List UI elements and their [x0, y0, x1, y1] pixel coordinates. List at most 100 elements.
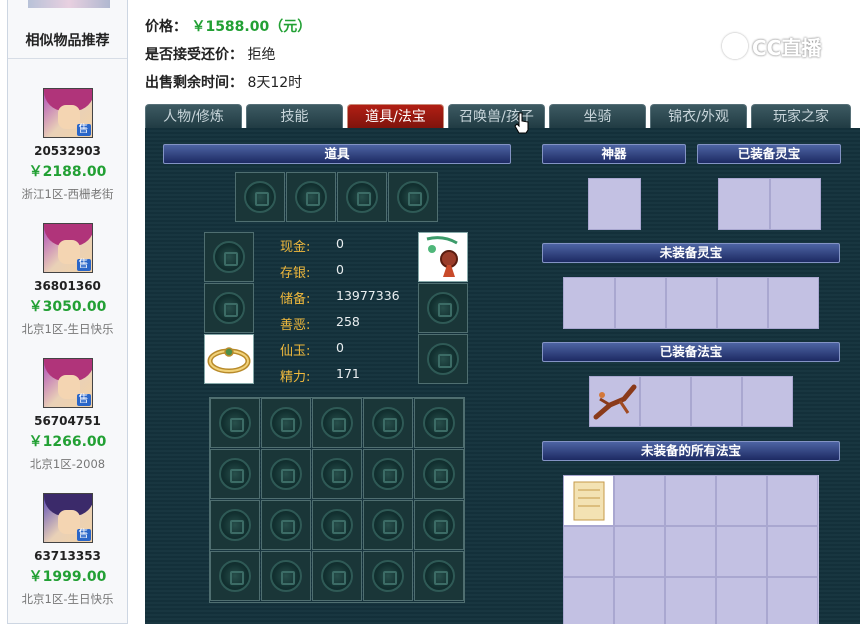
inventory-slot[interactable]	[414, 551, 464, 601]
inventory-slot[interactable]	[414, 500, 464, 550]
counter-offer-value: 拒绝	[247, 47, 276, 63]
unequipped-fabao-slot[interactable]	[563, 475, 614, 526]
item-server[interactable]: 浙江1区-西栅老街	[8, 186, 127, 202]
inventory-slot[interactable]	[261, 398, 311, 448]
character-avatar[interactable]: 售	[42, 493, 93, 543]
similar-item-card[interactable]: 售 63713353 ￥1999.00 北京1区-生日快乐	[8, 493, 127, 607]
inventory-slot[interactable]	[312, 551, 362, 601]
similar-item-card[interactable]: 售 56704751 ￥1266.00 北京1区-2008	[8, 358, 127, 472]
unequipped-fabao-grid	[563, 475, 819, 624]
unequipped-fabao-slot[interactable]	[716, 526, 767, 577]
tab-items-fabao[interactable]: 道具/法宝	[347, 104, 444, 129]
inventory-slot[interactable]	[312, 500, 362, 550]
sidebar-title: 相似物品推荐	[8, 30, 127, 59]
unequipped-lingbao-slot[interactable]	[615, 277, 666, 329]
similar-item-card[interactable]: 售 20532903 ￥2188.00 浙江1区-西栅老街	[8, 88, 127, 202]
cash-value: 0	[336, 236, 344, 251]
item-price: ￥2188.00	[28, 164, 107, 180]
inventory-slot[interactable]	[312, 398, 362, 448]
equip-slot[interactable]	[337, 172, 387, 222]
inventory-slot[interactable]	[261, 551, 311, 601]
item-price: ￥1266.00	[28, 434, 107, 450]
unequipped-lingbao-slot[interactable]	[717, 277, 768, 329]
item-server[interactable]: 北京1区-生日快乐	[8, 591, 127, 607]
unequipped-fabao-slot[interactable]	[614, 475, 665, 526]
unequipped-fabao-slot[interactable]	[665, 475, 716, 526]
watermark-text: CC直播	[752, 35, 822, 60]
unequipped-fabao-slot[interactable]	[614, 577, 665, 624]
unequipped-fabao-slot[interactable]	[665, 577, 716, 624]
equip-slot[interactable]	[418, 283, 468, 333]
inventory-slot[interactable]	[261, 449, 311, 499]
character-avatar[interactable]: 售	[42, 358, 93, 408]
inventory-slot[interactable]	[210, 500, 260, 550]
item-id: 20532903	[34, 144, 101, 158]
jade-label: 仙玉:	[280, 344, 311, 359]
equip-slot[interactable]	[204, 283, 254, 333]
equipped-fabao-slot[interactable]	[640, 376, 691, 427]
sale-badge: 售	[76, 394, 91, 406]
tab-player-home[interactable]: 玩家之家	[751, 104, 851, 129]
item-server[interactable]: 北京1区-生日快乐	[8, 321, 127, 337]
inventory-slot[interactable]	[261, 500, 311, 550]
items-header: 道具	[163, 144, 511, 164]
inventory-slot[interactable]	[363, 398, 413, 448]
equipped-lingbao-slot[interactable]	[770, 178, 821, 230]
unequipped-fabao-slot[interactable]	[767, 577, 818, 624]
inventory-slot[interactable]	[414, 398, 464, 448]
tab-skills[interactable]: 技能	[246, 104, 343, 129]
inventory-slot[interactable]	[210, 551, 260, 601]
equip-slot[interactable]	[204, 232, 254, 282]
inventory-slot[interactable]	[363, 551, 413, 601]
equip-slot[interactable]	[388, 172, 438, 222]
tab-character[interactable]: 人物/修炼	[145, 104, 242, 129]
artifact-slot[interactable]	[588, 178, 641, 230]
equip-slot[interactable]	[286, 172, 336, 222]
unequipped-fabao-slot[interactable]	[614, 526, 665, 577]
item-server[interactable]: 北京1区-2008	[8, 456, 127, 472]
reserve-label: 储备:	[280, 292, 311, 307]
equipped-fabao-slot[interactable]	[691, 376, 742, 427]
similar-item-card[interactable]: 售 36801360 ￥3050.00 北京1区-生日快乐	[8, 223, 127, 337]
unequipped-fabao-slot[interactable]	[563, 577, 614, 624]
unequipped-lingbao-slot[interactable]	[768, 277, 819, 329]
sale-badge: 售	[76, 529, 91, 541]
tab-outfits[interactable]: 锦衣/外观	[650, 104, 747, 129]
unequipped-fabao-slot[interactable]	[716, 475, 767, 526]
equipped-fabao-header: 已装备法宝	[542, 342, 840, 362]
item-id: 56704751	[34, 414, 101, 428]
hand-cursor-icon	[514, 112, 529, 134]
unequipped-lingbao-slot[interactable]	[666, 277, 717, 329]
energy-value: 171	[336, 366, 360, 381]
deposit-value: 0	[336, 262, 344, 277]
ring-item-slot[interactable]	[204, 334, 254, 384]
sale-badge: 售	[76, 124, 91, 136]
equip-slot[interactable]	[418, 334, 468, 384]
equipped-fabao-slot[interactable]	[589, 376, 640, 427]
inventory-slot[interactable]	[363, 449, 413, 499]
equip-slot[interactable]	[235, 172, 285, 222]
sale-badge: 售	[76, 259, 91, 271]
character-avatar[interactable]: 售	[42, 223, 93, 273]
unequipped-fabao-slot[interactable]	[767, 526, 818, 577]
amulet-item-slot[interactable]	[418, 232, 468, 282]
unequipped-fabao-slot[interactable]	[563, 526, 614, 577]
equipped-fabao-slot[interactable]	[742, 376, 793, 427]
tab-mounts[interactable]: 坐骑	[549, 104, 646, 129]
equipped-lingbao-slot[interactable]	[718, 178, 770, 230]
unequipped-lingbao-slot[interactable]	[563, 277, 615, 329]
inventory-slot[interactable]	[363, 500, 413, 550]
category-tabs: 人物/修炼 技能 道具/法宝 召唤兽/孩子 坐骑 锦衣/外观 玩家之家	[145, 103, 860, 129]
tree-branch-fabao-icon	[593, 384, 637, 420]
inventory-slot[interactable]	[312, 449, 362, 499]
unequipped-fabao-slot[interactable]	[665, 526, 716, 577]
unequipped-fabao-slot[interactable]	[716, 577, 767, 624]
unequipped-fabao-slot[interactable]	[767, 475, 818, 526]
inventory-slot[interactable]	[414, 449, 464, 499]
unequipped-lingbao-header: 未装备灵宝	[542, 243, 840, 263]
inventory-slot[interactable]	[210, 398, 260, 448]
jade-value: 0	[336, 340, 344, 355]
inventory-slot[interactable]	[210, 449, 260, 499]
character-avatar[interactable]: 售	[42, 88, 93, 138]
tab-summons[interactable]: 召唤兽/孩子	[448, 104, 545, 129]
